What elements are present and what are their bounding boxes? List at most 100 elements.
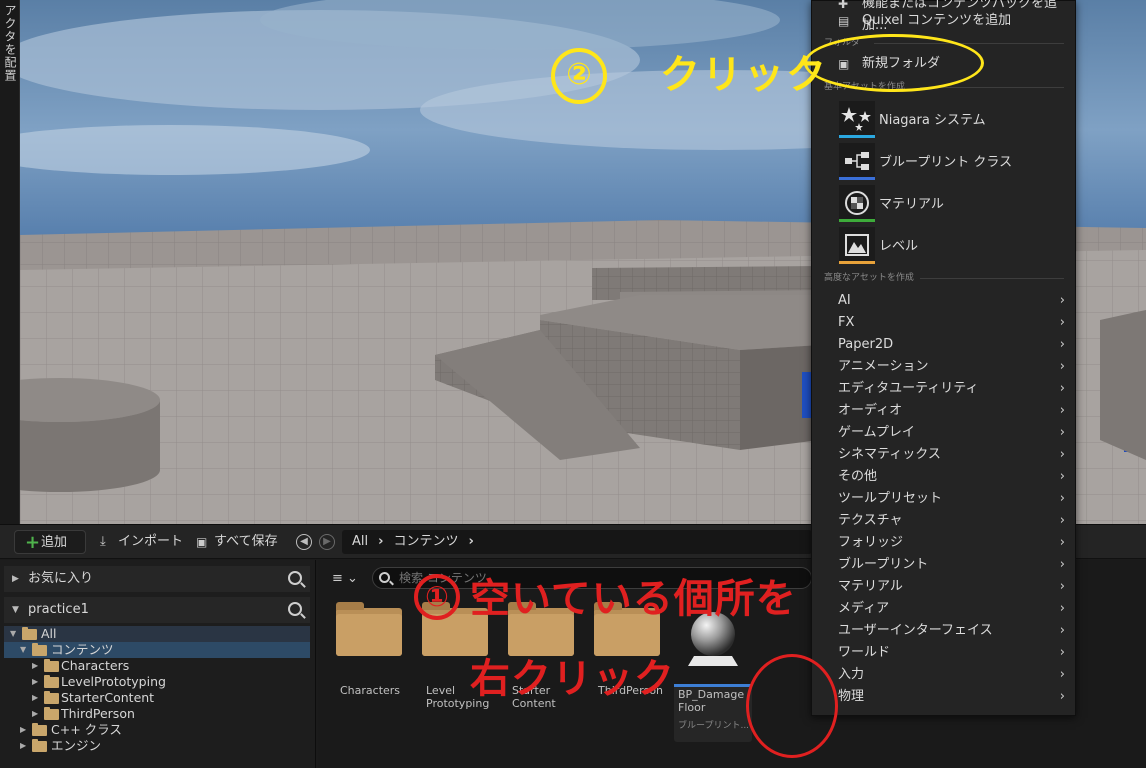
chevron-right-icon: › (1059, 689, 1065, 704)
menu-item-advanced[interactable]: ユーザーインターフェイス › (812, 620, 1075, 642)
place-actors-tab[interactable]: アクタを配置 (0, 0, 20, 524)
menu-item-label: レベル (879, 239, 919, 254)
triangle-right-icon[interactable]: ▶ (32, 674, 38, 690)
plus-icon: + (25, 532, 41, 553)
menu-item-advanced[interactable]: ブループリント › (812, 554, 1075, 576)
tree-item-label: C++ クラス (51, 722, 122, 737)
tree-item-cpp-classes[interactable]: ▶ C++ クラス (4, 722, 310, 738)
quixel-icon: ▤ (838, 14, 850, 28)
chevron-right-icon: › (1059, 315, 1065, 330)
triangle-down-icon[interactable]: ▼ (20, 642, 26, 658)
favorites-header[interactable]: ▶ お気に入り (4, 566, 310, 592)
search-icon[interactable] (288, 571, 302, 585)
menu-item-label: 入力 (838, 667, 865, 682)
material-icon (839, 185, 875, 221)
menu-item-niagara-system[interactable]: Niagara システム (812, 100, 1075, 140)
section-label: フォルダ (824, 38, 861, 48)
menu-item-advanced[interactable]: その他 › (812, 466, 1075, 488)
folder-tree: ▼ All ▼ コンテンツ ▶ Characters ▶ LevelProtot… (4, 626, 310, 754)
menu-item-level[interactable]: レベル (812, 226, 1075, 266)
asset-type-stripe (839, 219, 875, 222)
triangle-right-icon[interactable]: ▶ (32, 706, 38, 722)
project-header[interactable]: ▼ practice1 (4, 597, 310, 623)
cpp-folder-icon (32, 723, 47, 736)
asset-blueprint-bp-damage-floor[interactable]: BP_Damage Floor ブループリント... (674, 600, 752, 742)
triangle-right-icon[interactable]: ▶ (32, 690, 38, 706)
tree-item-third-person[interactable]: ▶ ThirdPerson (4, 706, 310, 722)
asset-type-label: ブループリント... (678, 721, 750, 731)
menu-item-blueprint-class[interactable]: ブループリント クラス (812, 142, 1075, 182)
menu-item-advanced[interactable]: フォリッジ › (812, 532, 1075, 554)
search-icon[interactable] (288, 602, 302, 616)
triangle-right-icon[interactable]: ▶ (32, 658, 38, 674)
breadcrumb-item-content[interactable]: コンテンツ (393, 534, 458, 549)
menu-item-advanced[interactable]: シネマティックス › (812, 444, 1075, 466)
folder-icon (594, 602, 660, 656)
save-all-button[interactable]: ▣ すべて保存 (194, 530, 286, 554)
search-icon (379, 572, 390, 583)
menu-item-advanced[interactable]: Paper2D › (812, 334, 1075, 356)
breadcrumb: All › コンテンツ › (342, 530, 812, 554)
add-button[interactable]: + 追加 (14, 530, 86, 554)
tree-item-level-prototyping[interactable]: ▶ LevelPrototyping (4, 674, 310, 690)
folder-icon (336, 602, 402, 656)
import-button[interactable]: ⤓ インポート (98, 530, 191, 554)
asset-name: Starter Content (512, 684, 556, 710)
menu-item-advanced[interactable]: 物理 › (812, 686, 1075, 708)
menu-item-advanced[interactable]: オーディオ › (812, 400, 1075, 422)
menu-item-advanced[interactable]: メディア › (812, 598, 1075, 620)
menu-item-advanced[interactable]: 入力 › (812, 664, 1075, 686)
menu-item-new-folder[interactable]: ▣ 新規フォルダ (812, 53, 1075, 75)
menu-item-advanced[interactable]: マテリアル › (812, 576, 1075, 598)
breadcrumb-item-all[interactable]: All (352, 534, 368, 549)
chevron-right-icon: › (1059, 425, 1065, 440)
menu-item-material[interactable]: マテリアル (812, 184, 1075, 224)
chevron-right-icon: › (1059, 535, 1065, 550)
menu-item-advanced[interactable]: ワールド › (812, 642, 1075, 664)
menu-item-advanced[interactable]: アニメーション › (812, 356, 1075, 378)
forward-button[interactable]: ▶ (319, 534, 335, 550)
folder-icon (508, 602, 574, 656)
menu-item-label: ユーザーインターフェイス (838, 623, 993, 638)
filter-icon[interactable]: ≡ ⌄ (332, 571, 362, 587)
menu-item-advanced[interactable]: ゲームプレイ › (812, 422, 1075, 444)
chevron-right-icon: › (1059, 667, 1065, 682)
chevron-right-icon[interactable]: › (378, 534, 383, 549)
tree-item-label: Characters (61, 658, 130, 673)
tree-item-starter-content[interactable]: ▶ StarterContent (4, 690, 310, 706)
menu-item-label: マテリアル (838, 579, 903, 594)
chevron-right-icon: › (1059, 601, 1065, 616)
menu-item-advanced[interactable]: ツールプリセット › (812, 488, 1075, 510)
blueprint-class-icon (839, 143, 875, 179)
menu-section-folder: フォルダ (824, 36, 1064, 50)
triangle-right-icon[interactable]: ▶ (20, 738, 26, 754)
arrow-left-icon: ◀ (300, 536, 308, 547)
chevron-right-icon: › (1059, 359, 1065, 374)
tree-item-all[interactable]: ▼ All (4, 626, 310, 642)
asset-type-stripe (839, 135, 875, 138)
back-button[interactable]: ◀ (296, 534, 312, 550)
search-input[interactable] (399, 570, 799, 586)
chevron-right-icon[interactable]: › (469, 534, 474, 549)
menu-item-add-quixel[interactable]: ▤ Quixel コンテンツを追加 (812, 10, 1075, 32)
asset-name: Level Prototyping (426, 684, 490, 710)
menu-item-label: オーディオ (838, 403, 903, 418)
tree-item-engine[interactable]: ▶ エンジン (4, 738, 310, 754)
triangle-down-icon: ▼ (12, 605, 19, 615)
menu-item-label: AI (838, 293, 851, 308)
menu-item-advanced[interactable]: テクスチャ › (812, 510, 1075, 532)
menu-item-label: その他 (838, 469, 878, 484)
tree-item-characters[interactable]: ▶ Characters (4, 658, 310, 674)
asset-type-bar (674, 684, 752, 687)
menu-item-advanced[interactable]: エディタユーティリティ › (812, 378, 1075, 400)
triangle-right-icon: ▶ (12, 574, 19, 584)
triangle-down-icon[interactable]: ▼ (10, 626, 16, 642)
arrow-right-icon: ▶ (323, 536, 331, 547)
triangle-right-icon[interactable]: ▶ (20, 722, 26, 738)
tree-item-content[interactable]: ▼ コンテンツ (4, 642, 310, 658)
menu-item-advanced[interactable]: FX › (812, 312, 1075, 334)
menu-item-advanced[interactable]: AI › (812, 290, 1075, 312)
search-box[interactable] (372, 567, 812, 589)
sources-panel: ▶ お気に入り ▼ practice1 ▼ All ▼ コンテンツ ▶ Char… (0, 560, 316, 768)
chevron-right-icon: › (1059, 293, 1065, 308)
